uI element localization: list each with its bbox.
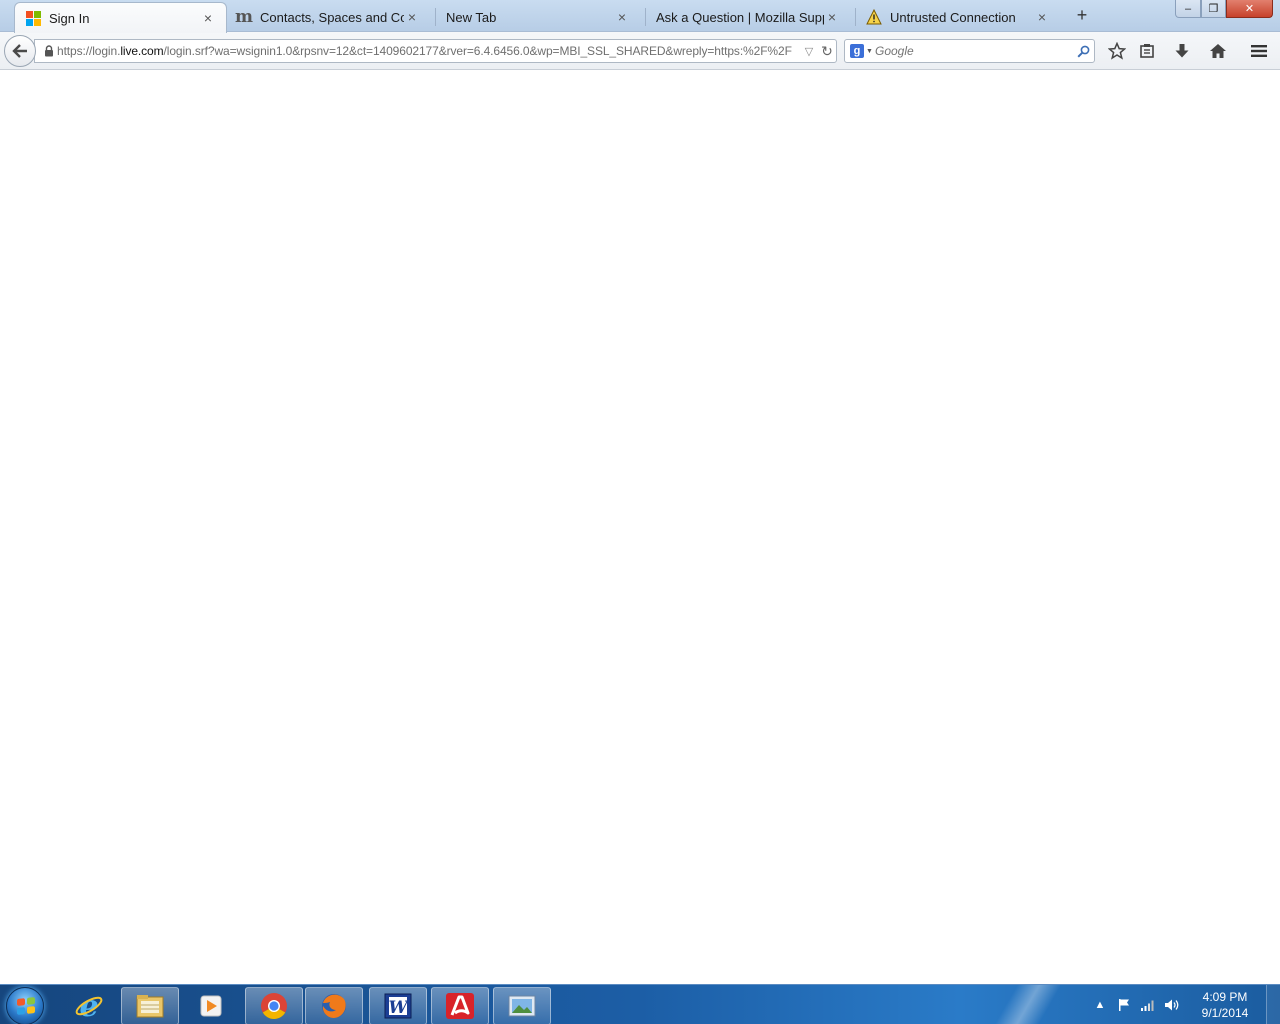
svg-text:e: e [79,991,98,1021]
chevron-down-icon: ▼ [866,47,873,55]
page-content-area[interactable] [0,71,1280,984]
restore-button[interactable]: ❐ [1201,0,1226,18]
tab-close-icon[interactable]: × [1034,9,1050,25]
internet-explorer-icon: e [75,991,103,1021]
volume-icon[interactable] [1160,985,1184,1024]
bookmarks-list-icon [1140,44,1154,58]
taskbar-photo-viewer[interactable] [493,987,551,1024]
system-tray: ▲ 4:09 PM 9/1/2014 [1088,985,1260,1024]
back-arrow-icon [12,44,27,58]
taskbar-avira[interactable] [431,987,489,1024]
tab-ask-question[interactable]: Ask a Question | Mozilla Support × [646,2,850,32]
svg-text:W: W [388,998,409,1018]
tab-contacts[interactable]: m Contacts, Spaces and Com... × [226,2,430,32]
downloads-button[interactable] [1169,39,1195,63]
tab-label: Contacts, Spaces and Com... [260,9,404,25]
star-icon [1108,42,1126,60]
tab-label: Sign In [49,10,90,26]
microsoft-logo-icon [25,10,41,26]
tab-close-icon[interactable]: × [614,9,630,25]
search-engine-dropdown[interactable]: g ▼ [845,44,875,58]
bookmark-star-button[interactable] [1104,39,1130,63]
windows-logo-icon [17,997,35,1015]
avira-icon [446,993,474,1019]
minimize-button[interactable]: – [1175,0,1201,18]
tab-new-tab[interactable]: New Tab × [436,2,640,32]
tab-label: New Tab [446,9,497,25]
search-bar[interactable]: g ▼ [844,39,1095,63]
tab-close-icon[interactable]: × [200,10,216,26]
m-logo-icon: m [235,7,253,27]
taskbar-word[interactable]: W [369,987,427,1024]
taskbar-chrome[interactable] [245,987,303,1024]
taskbar-internet-explorer[interactable]: e [60,987,118,1024]
google-icon: g [850,44,864,58]
hamburger-menu-icon [1251,45,1267,57]
taskbar-firefox[interactable] [305,987,363,1024]
back-button[interactable] [4,35,36,67]
action-center-flag-icon[interactable] [1112,985,1136,1024]
clock-date: 9/1/2014 [1201,1006,1249,1020]
bookmarks-menu-button[interactable] [1134,39,1160,63]
home-icon [1210,44,1226,58]
chrome-icon [261,993,287,1020]
taskbar-windows-explorer[interactable] [121,987,179,1024]
firefox-icon [322,994,346,1018]
tab-label: Untrusted Connection [890,9,1016,25]
url-history-dropdown-icon[interactable]: ▽ [800,45,818,58]
new-tab-button[interactable]: + [1072,5,1092,25]
tab-close-icon[interactable]: × [404,9,420,25]
tab-untrusted-connection[interactable]: Untrusted Connection × [856,2,1060,32]
url-text[interactable]: https://login.live.com/login.srf?wa=wsig… [57,44,800,58]
tab-close-icon[interactable]: × [824,9,840,25]
network-signal-icon[interactable] [1136,985,1160,1024]
show-hidden-icons-icon[interactable]: ▲ [1088,985,1112,1024]
windows-taskbar: e W ▲ 4:09 PM 9/1/2014 [0,984,1280,1024]
reload-icon[interactable]: ↻ [818,43,836,60]
warning-icon [866,9,882,25]
system-clock[interactable]: 4:09 PM 9/1/2014 [1190,989,1260,1021]
search-icon[interactable] [1072,45,1094,58]
close-window-button[interactable]: ✕ [1226,0,1273,18]
lock-icon[interactable] [35,45,57,57]
start-button[interactable] [6,987,44,1024]
photo-viewer-icon [508,995,536,1017]
home-button[interactable] [1205,39,1231,63]
media-player-icon [200,995,222,1017]
clock-time: 4:09 PM [1202,990,1248,1004]
navigation-toolbar: https://login.live.com/login.srf?wa=wsig… [0,32,1280,70]
taskbar-media-player[interactable] [182,987,240,1024]
url-bar[interactable]: https://login.live.com/login.srf?wa=wsig… [34,39,837,63]
tab-strip: Sign In × m Contacts, Spaces and Com... … [0,0,1280,33]
windows-explorer-icon [136,995,164,1018]
search-input[interactable] [875,44,1072,58]
show-desktop-button[interactable] [1266,985,1280,1024]
tab-sign-in[interactable]: Sign In × [14,2,227,33]
tab-label: Ask a Question | Mozilla Support [656,9,824,25]
download-arrow-icon [1175,44,1189,58]
menu-button[interactable] [1246,39,1272,63]
word-icon: W [384,993,412,1019]
